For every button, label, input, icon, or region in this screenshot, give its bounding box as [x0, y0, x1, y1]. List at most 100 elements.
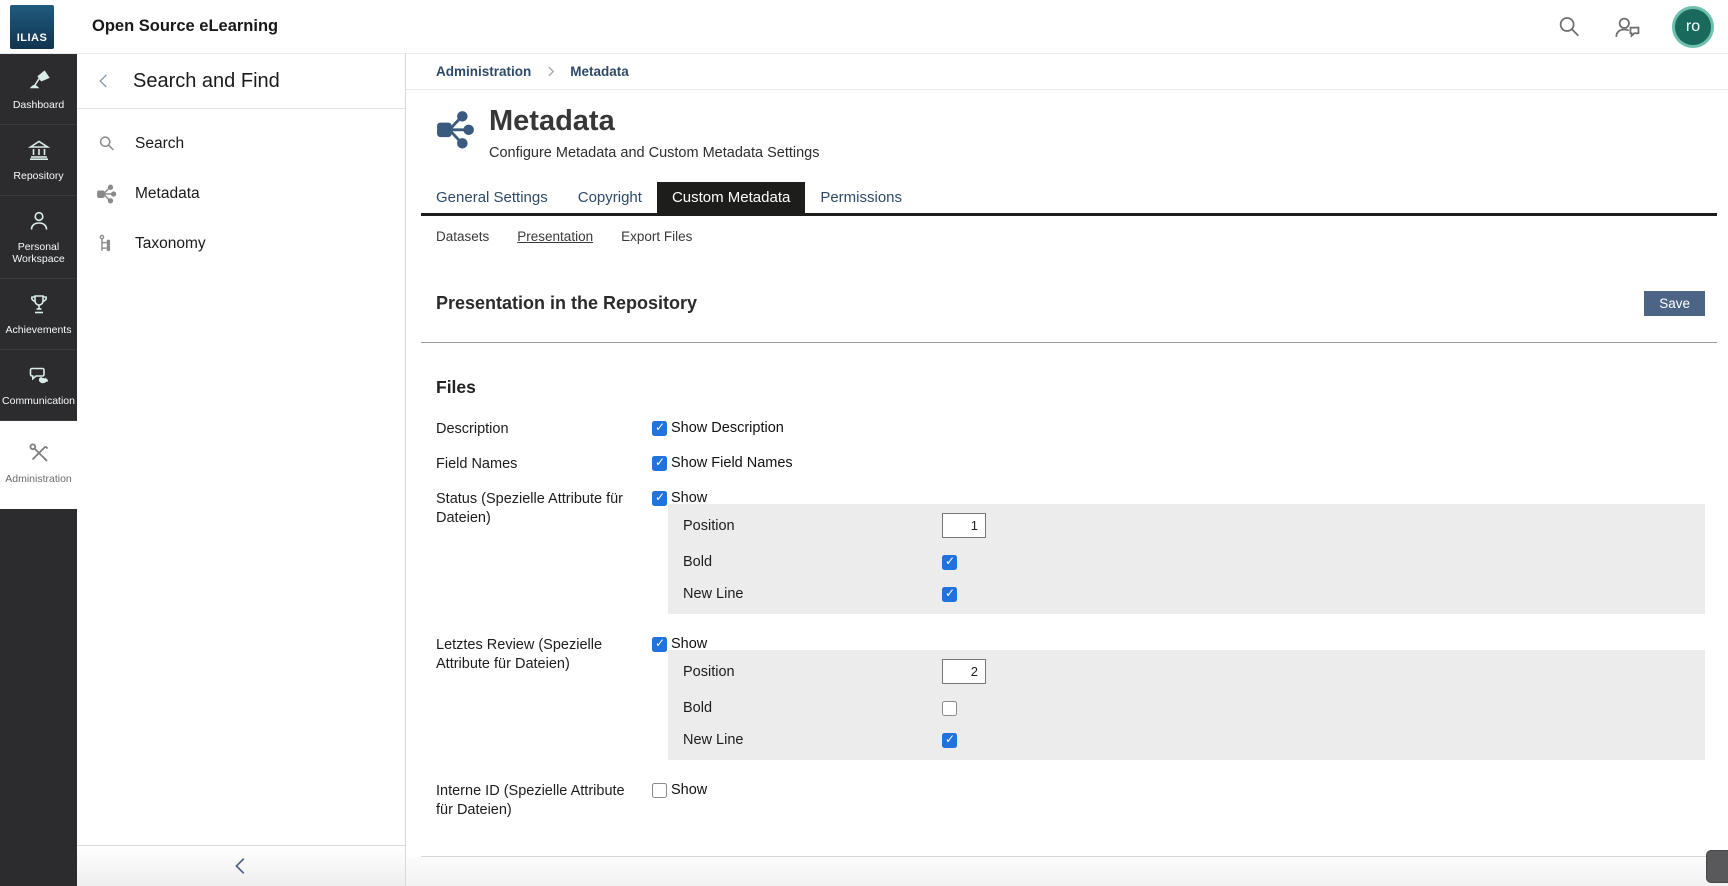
sidebar-item-label: Dashboard [13, 99, 64, 111]
breadcrumb-metadata[interactable]: Metadata [570, 64, 629, 79]
who-is-online-icon[interactable] [1612, 12, 1644, 42]
sidebar-item-taxonomy[interactable]: Taxonomy [77, 219, 405, 269]
subtab-presentation[interactable]: Presentation [517, 229, 593, 244]
sidebar-item-achievements[interactable]: Achievements [0, 279, 77, 350]
tab-custom-metadata[interactable]: Custom Metadata [657, 182, 805, 213]
metadata-share-icon [96, 183, 118, 205]
sidebar-item-label: Metadata [135, 185, 200, 203]
top-bar: ILIAS Open Source eLearning ro [0, 0, 1728, 54]
tab-general-settings[interactable]: General Settings [421, 182, 563, 213]
field-label: Status (Spezielle Attribute für Dateien) [436, 490, 652, 528]
checkbox-label: Show Field Names [671, 455, 793, 471]
speech-bubbles-icon [27, 363, 51, 387]
metadata-share-icon [436, 109, 476, 161]
topbar-actions: ro [1554, 0, 1714, 54]
checkbox-label: Show Description [671, 420, 784, 436]
person-icon [27, 209, 51, 233]
main-sidebar: Dashboard Repository Personal Workspace [0, 54, 77, 886]
show-description-checkbox[interactable] [652, 421, 667, 436]
avatar[interactable]: ro [1672, 6, 1714, 48]
main-content: Administration Metadata Metadata Configu… [406, 54, 1728, 886]
tab-copyright[interactable]: Copyright [563, 182, 657, 213]
sidebar-item-metadata[interactable]: Metadata [77, 169, 405, 219]
bold-label: Bold [683, 554, 942, 570]
show-letztes-review-checkbox[interactable] [652, 637, 667, 652]
site-title: Open Source eLearning [92, 17, 278, 36]
sidebar-item-label: Communication [2, 395, 75, 407]
checkbox-label: Show [671, 782, 707, 798]
secondary-sidebar: Search and Find Search Metadata [77, 54, 406, 886]
sidebar-item-label: Search [135, 135, 184, 153]
sidebar-item-label: Achievements [6, 324, 72, 336]
form-row-interne-id: Interne ID (Spezielle Attribute für Date… [436, 782, 1705, 820]
field-label: Description [436, 420, 652, 439]
search-icon [96, 133, 118, 155]
subtab-export-files[interactable]: Export Files [621, 229, 692, 244]
breadcrumb-administration[interactable]: Administration [436, 64, 531, 79]
section-header: Presentation in the Repository Save [406, 291, 1728, 316]
repository-icon [27, 138, 51, 162]
checkbox-label: Show [671, 636, 707, 652]
sidebar-item-label: Personal Workspace [2, 241, 75, 265]
footer-area [406, 857, 1728, 886]
tools-icon [27, 441, 51, 465]
field-label: Interne ID (Spezielle Attribute für Date… [436, 782, 652, 820]
letztes-review-bold-checkbox[interactable] [942, 701, 957, 716]
sidebar-item-personal-workspace[interactable]: Personal Workspace [0, 196, 77, 279]
sidebar-item-search[interactable]: Search [77, 119, 405, 169]
sidebar-item-label: Administration [5, 473, 72, 485]
show-interne-id-checkbox[interactable] [652, 783, 667, 798]
sidebar-item-administration[interactable]: Administration [0, 421, 77, 509]
secondary-sidebar-header: Search and Find [77, 54, 405, 109]
secondary-sidebar-title: Search and Find [133, 70, 280, 93]
save-button[interactable]: Save [1644, 291, 1705, 316]
subtab-bar: Datasets Presentation Export Files [406, 216, 1728, 244]
clipped-bottom-right-button[interactable]: Dis [1706, 850, 1728, 883]
ilias-logo[interactable]: ILIAS [10, 5, 54, 49]
status-position-input[interactable] [942, 513, 986, 538]
position-label: Position [683, 518, 942, 534]
field-label: Field Names [436, 455, 652, 474]
form-row-description: Description Show Description [436, 420, 1705, 439]
taxonomy-icon [96, 233, 118, 255]
form-row-field-names: Field Names Show Field Names [436, 455, 1705, 474]
page-subtitle: Configure Metadata and Custom Metadata S… [489, 145, 819, 161]
show-status-checkbox[interactable] [652, 491, 667, 506]
sidebar-item-communication[interactable]: Communication [0, 350, 77, 421]
collapse-sidebar-button[interactable] [77, 845, 405, 886]
letztes-review-new-line-checkbox[interactable] [942, 733, 957, 748]
bold-label: Bold [683, 700, 942, 716]
form-row-letztes-review: Letztes Review (Spezielle Attribute für … [436, 636, 1705, 652]
field-label: Letztes Review (Spezielle Attribute für … [436, 636, 652, 674]
subtab-datasets[interactable]: Datasets [436, 229, 489, 244]
checkbox-label: Show [671, 490, 707, 506]
sidebar-item-label: Repository [13, 170, 63, 182]
sidebar-item-label: Taxonomy [135, 235, 206, 253]
breadcrumb: Administration Metadata [406, 54, 1728, 90]
presentation-form: Files Description Show Description Field… [406, 343, 1728, 819]
status-bold-checkbox[interactable] [942, 555, 957, 570]
form-group-heading: Files [436, 377, 1705, 398]
letztes-review-position-input[interactable] [942, 659, 986, 684]
chevron-left-icon [230, 853, 252, 879]
dashboard-icon [27, 67, 51, 91]
show-field-names-checkbox[interactable] [652, 456, 667, 471]
form-row-status: Status (Spezielle Attribute für Dateien)… [436, 490, 1705, 506]
sidebar-item-dashboard[interactable]: Dashboard [0, 54, 77, 125]
search-icon[interactable] [1554, 12, 1584, 42]
chevron-right-icon [544, 65, 557, 78]
new-line-label: New Line [683, 586, 942, 602]
letztes-review-detail-panel: Position Bold New Line [668, 650, 1705, 760]
sidebar-item-repository[interactable]: Repository [0, 125, 77, 196]
page-header: Metadata Configure Metadata and Custom M… [406, 90, 1728, 161]
section-title: Presentation in the Repository [436, 293, 697, 314]
tab-permissions[interactable]: Permissions [805, 182, 917, 213]
tab-bar: General Settings Copyright Custom Metada… [421, 182, 1717, 216]
status-new-line-checkbox[interactable] [942, 587, 957, 602]
trophy-icon [27, 292, 51, 316]
new-line-label: New Line [683, 732, 942, 748]
back-chevron-icon[interactable] [95, 70, 113, 92]
position-label: Position [683, 664, 942, 680]
status-detail-panel: Position Bold New Line [668, 504, 1705, 614]
page-title: Metadata [489, 105, 819, 138]
